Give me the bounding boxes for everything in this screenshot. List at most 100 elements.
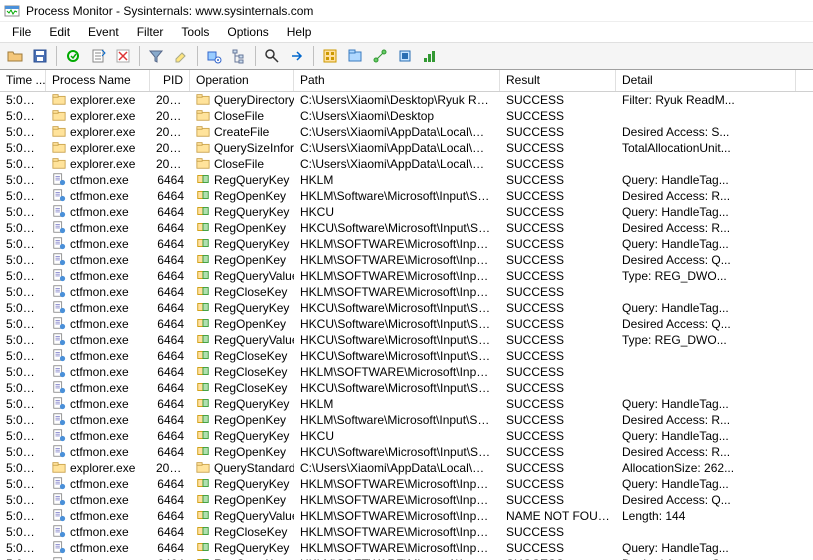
event-row[interactable]: 5:06:4...explorer.exe20680QuerySizeInfor… xyxy=(0,140,813,156)
event-row[interactable]: 5:06:4...ctfmon.exe6464RegQueryValueHKLM… xyxy=(0,508,813,524)
show-network-icon[interactable] xyxy=(369,45,391,67)
cell-operation: RegQueryKey xyxy=(190,476,294,493)
cell-pid: 6464 xyxy=(150,301,190,315)
event-row[interactable]: 5:06:4...ctfmon.exe6464RegQueryKeyHKLMSU… xyxy=(0,396,813,412)
event-row[interactable]: 5:06:4...ctfmon.exe6464RegCloseKeyHKCU\S… xyxy=(0,380,813,396)
save-icon[interactable] xyxy=(29,45,51,67)
cell-pid: 6464 xyxy=(150,477,190,491)
cell-result: SUCCESS xyxy=(500,493,616,507)
cell-result: SUCCESS xyxy=(500,189,616,203)
event-row[interactable]: 5:06:4...ctfmon.exe6464RegOpenKeyHKCU\So… xyxy=(0,444,813,460)
event-row[interactable]: 5:06:4...ctfmon.exe6464RegOpenKeyHKLM\SO… xyxy=(0,556,813,560)
clear-icon[interactable] xyxy=(112,45,134,67)
event-row[interactable]: 5:06:4...ctfmon.exe6464RegCloseKeyHKLM\S… xyxy=(0,364,813,380)
highlight-icon[interactable] xyxy=(170,45,192,67)
column-header-pid[interactable]: PID xyxy=(150,70,190,91)
cell-pid: 6464 xyxy=(150,285,190,299)
cell-path: HKLM\SOFTWARE\Microsoft\Input\Se... xyxy=(294,237,500,251)
event-row[interactable]: 5:06:4...explorer.exe20680QueryStandardI… xyxy=(0,460,813,476)
event-row[interactable]: 5:06:4...ctfmon.exe6464RegQueryKeyHKLM\S… xyxy=(0,540,813,556)
event-row[interactable]: 5:06:4...ctfmon.exe6464RegQueryKeyHKLM\S… xyxy=(0,236,813,252)
file-op-icon xyxy=(196,92,210,109)
event-row[interactable]: 5:06:4...ctfmon.exe6464RegOpenKeyHKLM\SO… xyxy=(0,252,813,268)
event-row[interactable]: 5:06:4...ctfmon.exe6464RegQueryKeyHKCU\S… xyxy=(0,300,813,316)
include-process-icon[interactable] xyxy=(203,45,225,67)
cell-time: 5:06:4... xyxy=(0,269,46,283)
cell-time: 5:06:4... xyxy=(0,237,46,251)
capture-icon[interactable] xyxy=(62,45,84,67)
autoscroll-icon[interactable] xyxy=(87,45,109,67)
event-row[interactable]: 5:06:4...ctfmon.exe6464RegCloseKeyHKLM\S… xyxy=(0,524,813,540)
filter-icon[interactable] xyxy=(145,45,167,67)
cell-result: SUCCESS xyxy=(500,173,616,187)
show-process-icon[interactable] xyxy=(394,45,416,67)
event-row[interactable]: 5:06:4...ctfmon.exe6464RegQueryKeyHKCUSU… xyxy=(0,204,813,220)
cell-process-name: ctfmon.exe xyxy=(46,476,150,493)
file-op-icon xyxy=(196,460,210,477)
cell-operation: QueryStandardI... xyxy=(190,460,294,477)
column-header-res[interactable]: Result xyxy=(500,70,616,91)
event-listview[interactable]: Time ...Process NamePIDOperationPathResu… xyxy=(0,70,813,560)
process-name-text: explorer.exe xyxy=(70,157,135,171)
cell-process-name: ctfmon.exe xyxy=(46,492,150,509)
cell-detail: Query: HandleTag... xyxy=(616,205,796,219)
jump-icon[interactable] xyxy=(286,45,308,67)
menu-event[interactable]: Event xyxy=(80,24,127,40)
cell-result: SUCCESS xyxy=(500,157,616,171)
menu-edit[interactable]: Edit xyxy=(41,24,78,40)
column-header-op[interactable]: Operation xyxy=(190,70,294,91)
event-row[interactable]: 5:06:4...ctfmon.exe6464RegCloseKeyHKLM\S… xyxy=(0,284,813,300)
column-header-det[interactable]: Detail xyxy=(616,70,796,91)
column-header-path[interactable]: Path xyxy=(294,70,500,91)
column-header-proc[interactable]: Process Name xyxy=(46,70,150,91)
show-registry-icon[interactable] xyxy=(319,45,341,67)
toolbar xyxy=(0,42,813,70)
cell-path: HKCU\Software\Microsoft\Input\Settings xyxy=(294,445,500,459)
menu-options[interactable]: Options xyxy=(219,24,276,40)
event-row[interactable]: 5:06:4...ctfmon.exe6464RegCloseKeyHKCU\S… xyxy=(0,348,813,364)
application-icon xyxy=(52,540,66,557)
event-row[interactable]: 5:06:4...ctfmon.exe6464RegOpenKeyHKLM\So… xyxy=(0,188,813,204)
event-row[interactable]: 5:06:4...explorer.exe20680CloseFileC:\Us… xyxy=(0,108,813,124)
show-filesystem-icon[interactable] xyxy=(344,45,366,67)
cell-operation: RegQueryKey xyxy=(190,300,294,317)
event-row[interactable]: 5:06:4...ctfmon.exe6464RegOpenKeyHKCU\So… xyxy=(0,316,813,332)
operation-text: RegOpenKey xyxy=(214,413,286,427)
toolbar-separator xyxy=(139,46,140,66)
process-tree-icon[interactable] xyxy=(228,45,250,67)
registry-op-icon xyxy=(196,236,210,253)
event-row[interactable]: 5:06:4...ctfmon.exe6464RegQueryValueHKLM… xyxy=(0,268,813,284)
cell-time: 5:06:4... xyxy=(0,349,46,363)
cell-path: HKCU\Software\Microsoft\Input\Settin... xyxy=(294,349,500,363)
event-row[interactable]: 5:06:4...explorer.exe20680CloseFileC:\Us… xyxy=(0,156,813,172)
event-row[interactable]: 5:06:4...ctfmon.exe6464RegOpenKeyHKLM\So… xyxy=(0,412,813,428)
menu-file[interactable]: File xyxy=(4,24,39,40)
event-row[interactable]: 5:06:4...explorer.exe20680CreateFileC:\U… xyxy=(0,124,813,140)
column-header-time[interactable]: Time ... xyxy=(0,70,46,91)
menu-help[interactable]: Help xyxy=(279,24,320,40)
registry-op-icon xyxy=(196,396,210,413)
process-name-text: explorer.exe xyxy=(70,461,135,475)
cell-process-name: explorer.exe xyxy=(46,140,150,157)
event-row[interactable]: 5:06:4...ctfmon.exe6464RegQueryKeyHKLMSU… xyxy=(0,172,813,188)
find-icon[interactable] xyxy=(261,45,283,67)
listview-header[interactable]: Time ...Process NamePIDOperationPathResu… xyxy=(0,70,813,92)
event-row[interactable]: 5:06:4...ctfmon.exe6464RegQueryKeyHKLM\S… xyxy=(0,476,813,492)
event-row[interactable]: 5:06:4...ctfmon.exe6464RegQueryValueHKCU… xyxy=(0,332,813,348)
cell-path: HKLM xyxy=(294,397,500,411)
event-row[interactable]: 5:06:4...ctfmon.exe6464RegQueryKeyHKCUSU… xyxy=(0,428,813,444)
event-row[interactable]: 5:06:4...explorer.exe20680QueryDirectory… xyxy=(0,92,813,108)
show-profiling-icon[interactable] xyxy=(419,45,441,67)
event-row[interactable]: 5:06:4...ctfmon.exe6464RegOpenKeyHKCU\So… xyxy=(0,220,813,236)
cell-operation: RegQueryValue xyxy=(190,508,294,525)
cell-time: 5:06:4... xyxy=(0,397,46,411)
menu-filter[interactable]: Filter xyxy=(129,24,172,40)
cell-process-name: ctfmon.exe xyxy=(46,236,150,253)
cell-detail: TotalAllocationUnit... xyxy=(616,141,796,155)
open-icon[interactable] xyxy=(4,45,26,67)
event-row[interactable]: 5:06:4...ctfmon.exe6464RegOpenKeyHKLM\SO… xyxy=(0,492,813,508)
cell-result: NAME NOT FOUND xyxy=(500,509,616,523)
menu-tools[interactable]: Tools xyxy=(173,24,217,40)
listview-body[interactable]: 5:06:4...explorer.exe20680QueryDirectory… xyxy=(0,92,813,560)
cell-detail: Type: REG_DWO... xyxy=(616,333,796,347)
